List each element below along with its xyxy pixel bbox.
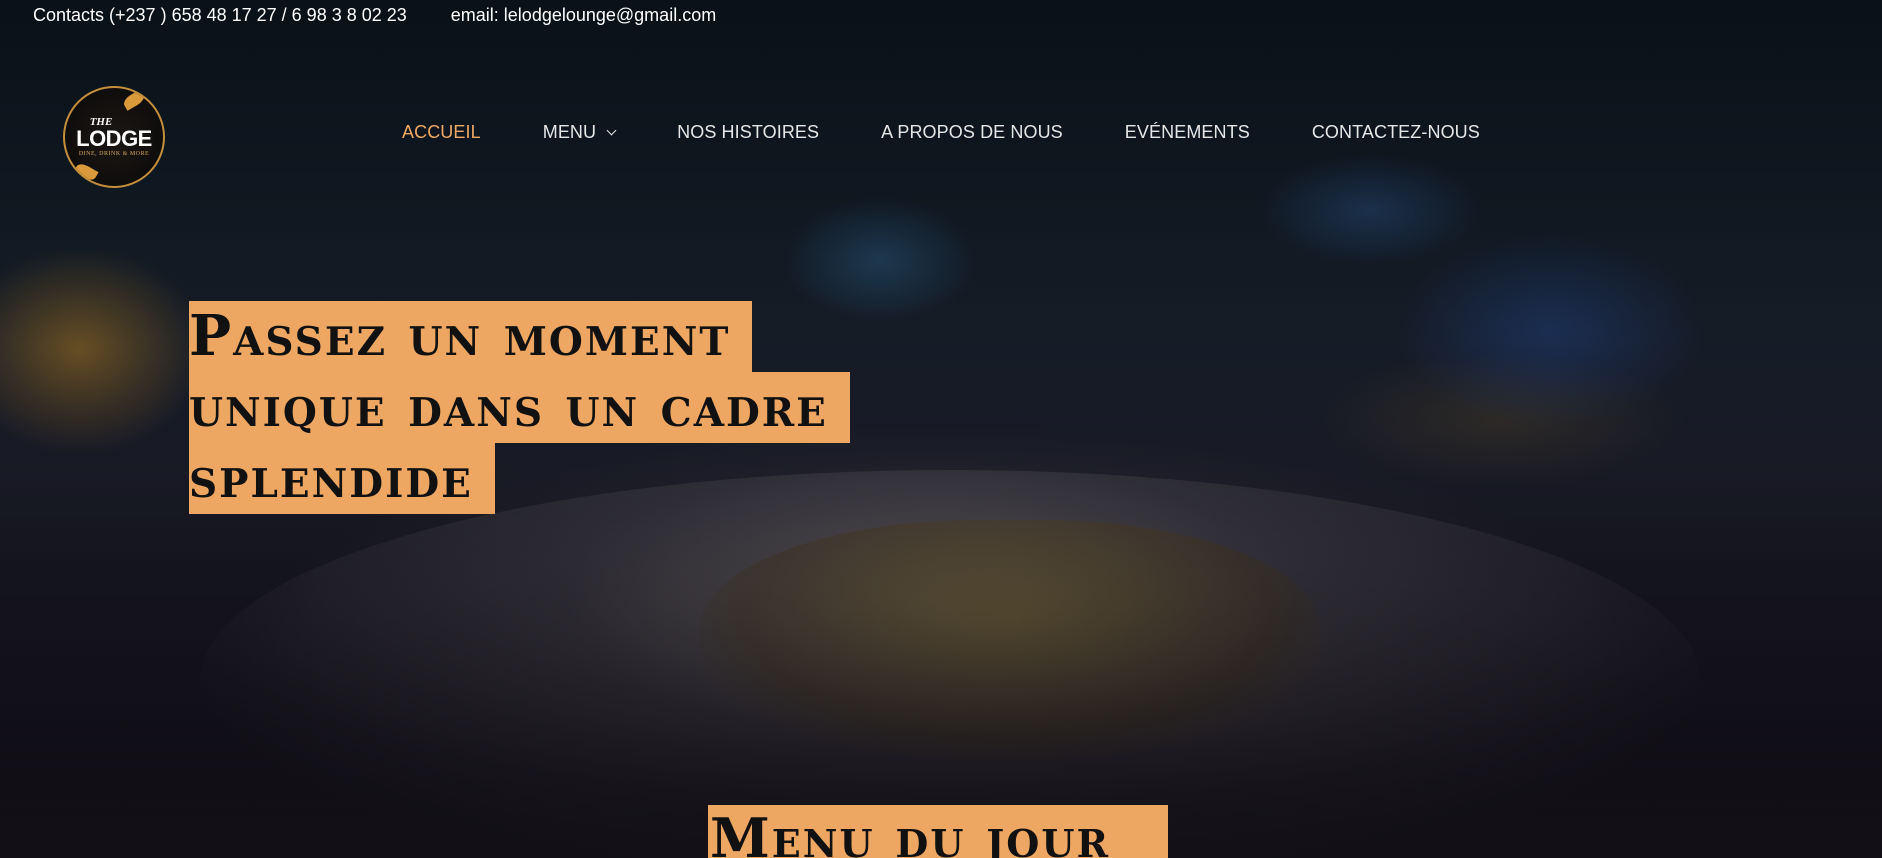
nav-item-menu[interactable]: MENU: [542, 122, 617, 143]
chevron-down-icon: [606, 125, 617, 136]
headline-line: Passez un moment: [189, 301, 753, 372]
leaf-icon: [121, 89, 147, 111]
nav-item-a-propos[interactable]: A PROPOS DE NOUS: [881, 122, 1063, 143]
headline-line: unique dans un cadre: [189, 372, 850, 443]
plate-image: [200, 470, 1700, 858]
nav-item-label: MENU: [542, 122, 597, 142]
nav-item-contactez-nous[interactable]: CONTACTEZ-NOUS: [1312, 122, 1480, 143]
contact-phones: Contacts (+237 ) 658 48 17 27 / 6 98 3 8…: [33, 4, 407, 25]
nav-item-evenements[interactable]: EVÉNEMENTS: [1125, 122, 1250, 143]
logo-tagline: DINE, DRINK & MORE: [78, 151, 150, 157]
logo-name: LODGE: [76, 126, 152, 151]
main-nav: ACCUEIL MENU NOS HISTOIRES A PROPOS DE N…: [402, 122, 1542, 143]
contact-email[interactable]: email: lelodgelounge@gmail.com: [451, 5, 716, 26]
nav-item-label: ACCUEIL: [402, 122, 481, 142]
section-title-menu-du-jour: Menu du jour: [708, 805, 1168, 858]
site-logo[interactable]: THE LODGE DINE, DRINK & MORE: [63, 86, 165, 188]
nav-item-nos-histoires[interactable]: NOS HISTOIRES: [677, 122, 819, 143]
nav-item-label: CONTACTEZ-NOUS: [1311, 122, 1480, 142]
nav-item-label: EVÉNEMENTS: [1124, 122, 1250, 142]
contact-bar: Contacts (+237 ) 658 48 17 27 / 6 98 3 8…: [0, 0, 1882, 30]
nav-item-accueil[interactable]: ACCUEIL: [402, 122, 481, 143]
headline-line: splendide: [189, 443, 495, 514]
food-image: [700, 520, 1320, 760]
nav-item-label: NOS HISTOIRES: [677, 122, 820, 142]
hero-headline: Passez un moment unique dans un cadre sp…: [189, 301, 850, 514]
nav-item-label: A PROPOS DE NOUS: [881, 122, 1063, 142]
